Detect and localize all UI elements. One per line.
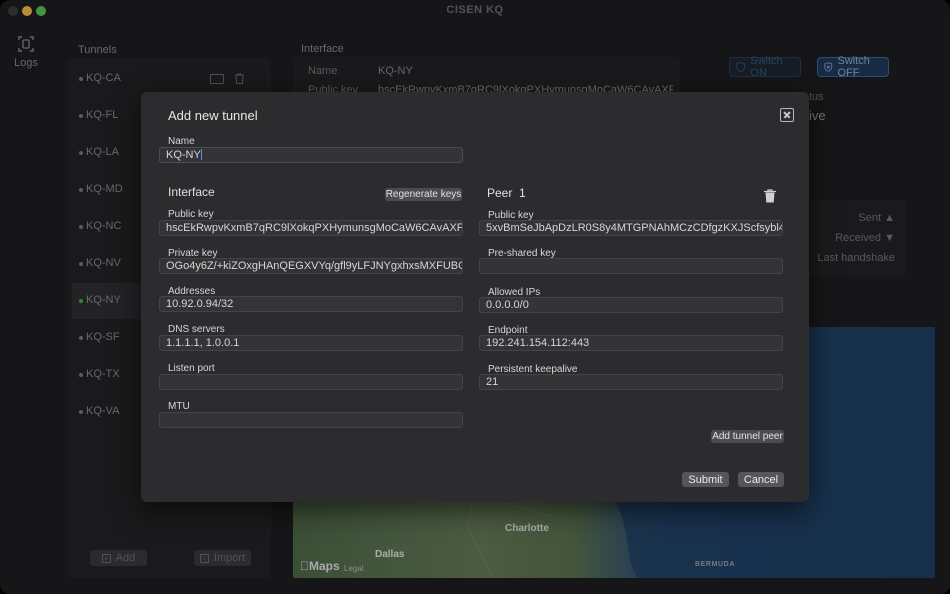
peer-section-title: Peer 1 (487, 186, 526, 200)
add-tunnel-dialog: Add new tunnel Name KQ-NY Interface Rege… (141, 92, 809, 502)
public-key-input[interactable]: hscEkRwpvKxmB7qRC9lXokqPXHymunsgMoCaW6CA… (159, 220, 463, 236)
dns-servers-label: DNS servers (168, 324, 225, 335)
dns-servers-input[interactable]: 1.1.1.1, 1.0.0.1 (159, 335, 463, 351)
mtu-label: MTU (168, 401, 190, 412)
name-label: Name (168, 136, 195, 147)
submit-button[interactable]: Submit (682, 472, 729, 487)
allowed-ips-input[interactable]: 0.0.0.0/0 (479, 297, 783, 313)
preshared-key-input[interactable] (479, 258, 783, 274)
private-key-input[interactable]: OGo4y6Z/+kiZOxgHAnQEGXVYq/gfl9yLFJNYgxhx… (159, 258, 463, 274)
text-cursor (200, 149, 202, 160)
cancel-button[interactable]: Cancel (738, 472, 784, 487)
mtu-input[interactable] (159, 412, 463, 428)
add-tunnel-peer-button[interactable]: Add tunnel peer (711, 430, 784, 443)
peer-public-key-input[interactable]: 5xvBmSeJbApDzLR0S8y4MTGPNAhMCzCDfgzKXJSc… (479, 220, 783, 236)
name-input-value: KQ-NY (166, 149, 201, 161)
public-key-label: Public key (168, 209, 214, 220)
addresses-input[interactable]: 10.92.0.94/32 (159, 296, 463, 312)
close-dialog-button[interactable] (780, 108, 794, 122)
app-window: CISEN KQ Logs Tunnels KQ-CA KQ-FL KQ-LA … (0, 0, 950, 594)
listen-port-input[interactable] (159, 374, 463, 390)
endpoint-input[interactable]: 192.241.154.112:443 (479, 335, 783, 351)
interface-section-title: Interface (168, 185, 215, 199)
listen-port-label: Listen port (168, 363, 215, 374)
keepalive-input[interactable]: 21 (479, 374, 783, 390)
peer-index: 1 (519, 186, 526, 200)
regenerate-keys-button[interactable]: Regenerate keys (385, 188, 462, 201)
delete-peer-icon[interactable] (764, 189, 776, 203)
name-input[interactable]: KQ-NY (159, 147, 463, 163)
dialog-title: Add new tunnel (168, 108, 258, 123)
peer-title: Peer (487, 186, 513, 200)
